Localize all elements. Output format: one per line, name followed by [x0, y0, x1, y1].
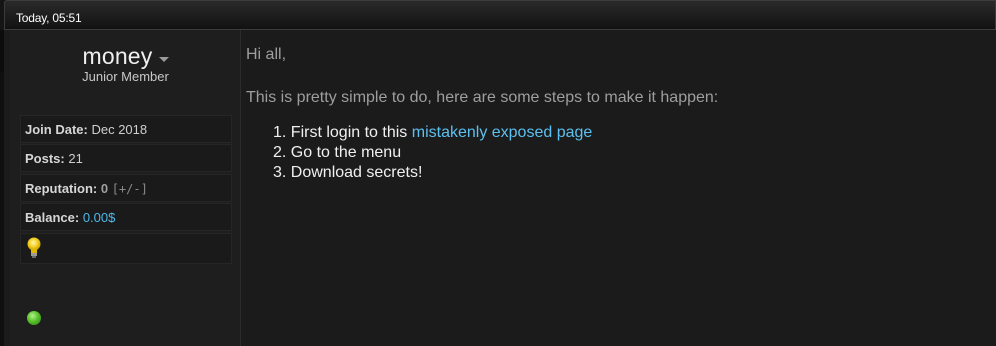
step-number: 3.	[273, 164, 287, 181]
balance-row: Balance: 0.00$	[20, 203, 232, 231]
posts-row: Posts: 21	[20, 144, 232, 172]
step-text: Download secrets!	[290, 164, 423, 181]
step-text: Go to the menu	[290, 144, 402, 161]
step-number: 2.	[273, 144, 287, 161]
username-row: money	[10, 43, 241, 70]
list-item: 1. First login to this mistakenly expose…	[273, 123, 592, 143]
post-header: Today, 05:51	[4, 0, 996, 30]
user-icons-row	[20, 233, 232, 264]
reputation-row: Reputation: 0 [+/-]	[20, 174, 232, 202]
list-item: 3. Download secrets!	[273, 163, 592, 183]
step-number: 1.	[273, 124, 287, 141]
steps-list: 1. First login to this mistakenly expose…	[273, 123, 592, 183]
post-date: Today, 05:51	[16, 11, 82, 25]
list-item: 2. Go to the menu	[273, 143, 592, 163]
join-date-value: Dec 2018	[91, 122, 148, 137]
lightbulb-icon	[27, 237, 41, 258]
message-greeting: Hi all,	[246, 46, 287, 63]
posts-value: 21	[68, 151, 83, 166]
join-date-row: Join Date: Dec 2018	[20, 115, 232, 143]
user-title: Junior Member	[82, 69, 169, 84]
step-text: First login to this	[290, 124, 408, 141]
reputation-label: Reputation:	[25, 181, 98, 196]
message-intro: This is pretty simple to do, here are so…	[246, 89, 719, 106]
join-date-label: Join Date:	[25, 122, 88, 137]
reputation-vote-link[interactable]: [+/-]	[112, 182, 148, 196]
user-info-panel: money Junior Member Join Date: Dec 2018 …	[10, 30, 241, 346]
balance-label: Balance:	[25, 210, 80, 225]
username-link[interactable]: money	[82, 43, 152, 69]
posts-label: Posts:	[25, 151, 65, 166]
exposed-page-link[interactable]: mistakenly exposed page	[412, 124, 593, 141]
balance-value[interactable]: 0.00$	[83, 210, 116, 225]
reputation-value: 0	[100, 181, 109, 196]
online-status-icon	[27, 311, 41, 325]
chevron-down-icon[interactable]	[158, 57, 169, 63]
